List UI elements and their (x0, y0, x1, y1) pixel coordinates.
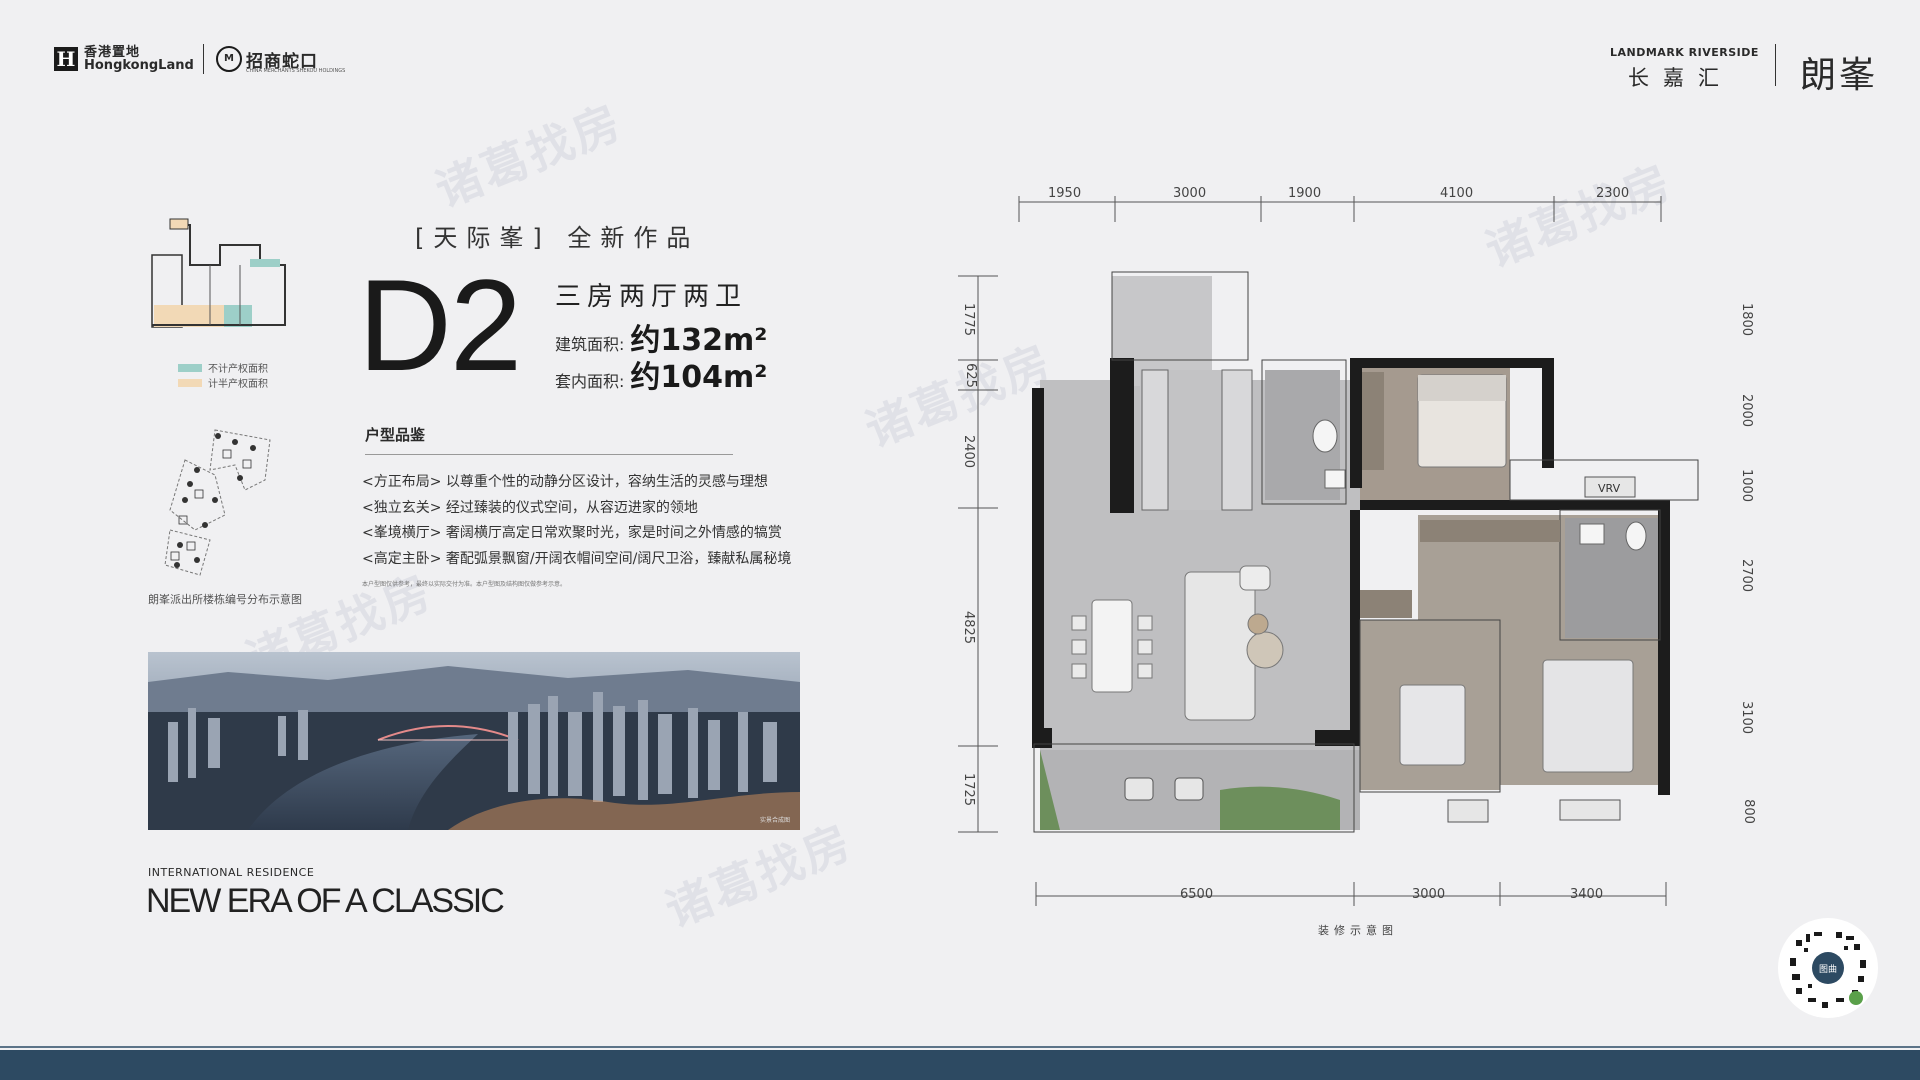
features-divider (365, 454, 733, 455)
header-divider (1775, 44, 1776, 86)
unit-code: D2 (358, 252, 522, 398)
watermark: 诸葛找房 (428, 94, 631, 218)
feature-item: <峯境横厅> 奢阔横厅高定日常欢聚时光，家是时间之外情感的犒赏 (362, 525, 782, 541)
dim-left: 1725 (961, 772, 977, 807)
net-area: 套内面积: 约104m² (555, 352, 767, 396)
top-dimension-line (1018, 196, 1662, 222)
dim-top: 2300 (1596, 186, 1630, 201)
site-plan-caption: 朗峯派出所楼栋编号分布示意图 (148, 593, 302, 606)
floor-plan: VRV (958, 196, 1699, 906)
dim-left: 625 (962, 363, 978, 388)
dim-left: 1775 (961, 302, 977, 337)
dim-top: 4100 (1440, 186, 1474, 201)
bedroom3-bed (1399, 684, 1466, 766)
features-title: 户型品鉴 (365, 426, 426, 444)
cmsk-icon: M (216, 46, 242, 72)
dim-top: 1900 (1288, 186, 1322, 201)
left-dimension-line (958, 275, 998, 833)
site-plan-diagram (164, 429, 271, 576)
tagline-big: NEW ERA OF A CLASSIC (146, 882, 505, 920)
dim-right: 2700 (1739, 558, 1755, 593)
series-title: [天际峯] 全新作品 (415, 224, 700, 252)
legend-swatch (178, 378, 202, 387)
tagline-small: INTERNATIONAL RESIDENCE (148, 866, 315, 879)
dim-right: 2000 (1739, 393, 1755, 428)
dim-right: 800 (1740, 799, 1756, 824)
cmsk-logo: M 招商蛇口 CHINA MERCHANTS SHEKOU HOLDINGS (216, 46, 345, 74)
landmark-cn: 长嘉汇 (1628, 66, 1733, 90)
legend-item: 计半产权面积 (178, 375, 268, 390)
dim-bottom: 3000 (1412, 887, 1446, 902)
landmark-en: LANDMARK RIVERSIDE (1610, 46, 1759, 59)
dim-top: 3000 (1173, 186, 1207, 201)
legend: 不计产权面积 计半产权面积 (178, 360, 268, 390)
legend-label: 不计产权面积 (208, 364, 268, 375)
feature-item: <方正布局> 以尊重个性的动静分区设计，容纳生活的灵感与理想 (362, 474, 768, 490)
dim-bottom: 3400 (1570, 887, 1604, 902)
project-name: 朗峯 (1800, 55, 1879, 96)
feature-item: <独立玄关> 经过臻装的仪式空间，从容迈进家的领地 (362, 499, 698, 516)
hongkong-land-en: HongkongLand (84, 58, 194, 73)
disclaimer: 本户型图仅供参考，最终以实际交付为准。本户型图及结构图仅做参考示意。 (362, 581, 567, 588)
dim-right: 1000 (1739, 468, 1755, 503)
feature-item: <高定主卧> 奢配弧景飘窗/开阔衣帽间空间/阔尺卫浴，臻献私属秘境 (362, 550, 792, 567)
unit-rooms: 三房两厅两卫 (555, 282, 748, 312)
dim-right: 3100 (1739, 700, 1755, 735)
dim-left: 4825 (961, 610, 977, 645)
legend-swatch (178, 363, 202, 372)
vrv-label: VRV (1598, 482, 1621, 495)
city-photo: 实景合成图 (148, 652, 800, 830)
hongkong-land-logo: H 香港置地 HongkongLand (54, 46, 194, 72)
master-bed (1417, 374, 1507, 468)
footer-bar (0, 1050, 1920, 1080)
plan-caption: 装修示意图 (1318, 924, 1398, 937)
footer-line (0, 1046, 1920, 1048)
city-photo-caption: 实景合成图 (760, 816, 790, 824)
dim-bottom: 6500 (1180, 887, 1214, 902)
dim-left: 2400 (961, 434, 977, 469)
features-list: <方正布局> 以尊重个性的动静分区设计，容纳生活的灵感与理想 <独立玄关> 经过… (362, 470, 791, 572)
dim-top: 1950 (1048, 186, 1082, 201)
qr-label: 图曲 (1819, 964, 1837, 975)
bedroom2-bed (1542, 659, 1634, 773)
cmsk-sub: CHINA MERCHANTS SHEKOU HOLDINGS (246, 68, 346, 74)
legend-item: 不计产权面积 (178, 360, 268, 375)
net-area-label: 套内面积: (555, 372, 625, 391)
vrv-unit: VRV (1584, 476, 1636, 498)
qr-code: 图曲 (1778, 918, 1878, 1018)
dim-right: 1800 (1739, 302, 1755, 337)
logo-divider (203, 44, 204, 74)
legend-label: 计半产权面积 (208, 379, 268, 390)
hongkong-land-icon: H (54, 47, 78, 71)
net-area-value: 约104m² (630, 360, 768, 395)
key-plan-thumbnail (151, 218, 286, 328)
